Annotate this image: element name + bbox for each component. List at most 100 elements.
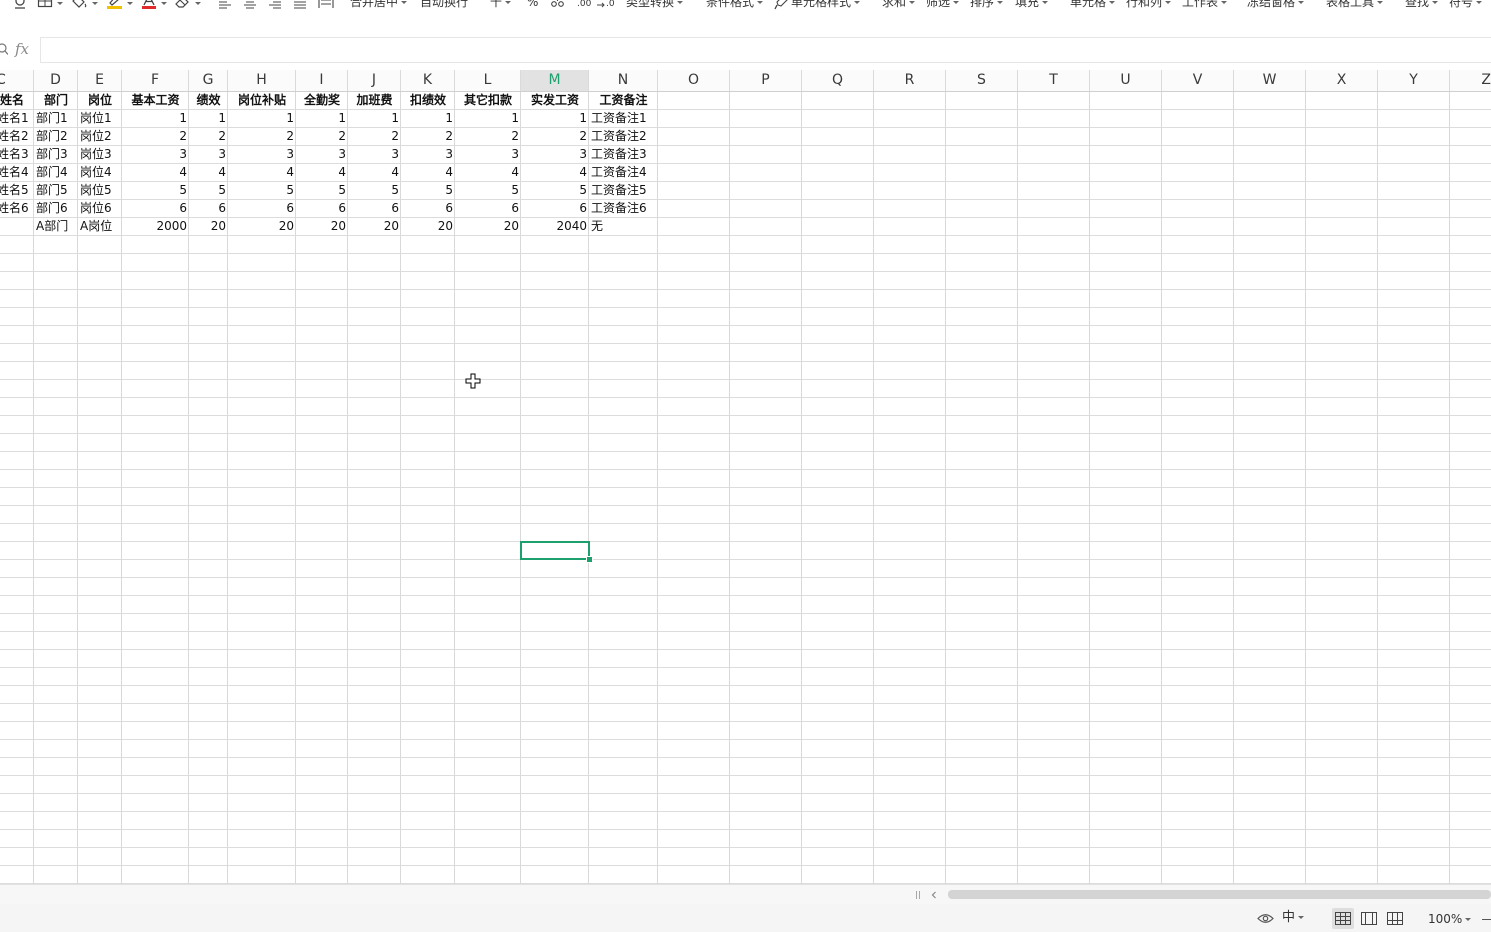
table-cell[interactable]: 5 — [296, 182, 348, 199]
column-header-x[interactable]: X — [1306, 70, 1378, 91]
sum-button[interactable]: 求和 — [882, 0, 915, 9]
scroll-left-icon[interactable] — [931, 890, 937, 900]
freeze-panes-button[interactable]: 冻结窗格 — [1247, 0, 1304, 9]
worksheet-button[interactable]: 工作表 — [1182, 0, 1227, 9]
fill-shape-icon[interactable] — [70, 0, 88, 10]
table-cell[interactable]: 工资备注3 — [589, 146, 658, 163]
table-cell[interactable]: 工资备注6 — [589, 200, 658, 217]
column-header-q[interactable]: Q — [802, 70, 874, 91]
page-break-view-button[interactable] — [1384, 908, 1406, 929]
column-q-cells[interactable] — [802, 92, 874, 884]
table-cell[interactable]: 20 — [296, 218, 348, 235]
font-color-dropdown-icon[interactable] — [161, 2, 167, 5]
table-cell[interactable]: 6 — [122, 200, 189, 217]
merge-center-button[interactable]: 合并居中 — [350, 0, 407, 9]
table-cell[interactable]: 岗位6 — [78, 200, 122, 217]
table-cell[interactable]: 2 — [401, 128, 455, 145]
clear-format-dropdown-icon[interactable] — [195, 2, 201, 5]
column-header-h[interactable]: H — [228, 70, 296, 91]
sort-button[interactable]: 排序 — [970, 0, 1003, 9]
table-header-cell[interactable]: 实发工资 — [521, 92, 589, 109]
table-cell[interactable]: 2 — [228, 128, 296, 145]
table-cell[interactable]: 部门6 — [34, 200, 78, 217]
distributed-icon[interactable] — [318, 0, 334, 9]
table-header-cell[interactable]: 绩效 — [189, 92, 228, 109]
table-cell[interactable]: 2 — [348, 128, 401, 145]
table-cell[interactable]: 岗位2 — [78, 128, 122, 145]
align-center-icon[interactable] — [243, 0, 257, 9]
table-cell[interactable]: 1 — [296, 110, 348, 127]
conditional-format-button[interactable]: 条件格式 — [706, 0, 763, 9]
table-cell[interactable]: 4 — [401, 164, 455, 181]
column-header-v[interactable]: V — [1162, 70, 1234, 91]
fill-handle[interactable] — [586, 556, 593, 563]
table-cell[interactable]: 部门5 — [34, 182, 78, 199]
table-cell[interactable]: 3 — [296, 146, 348, 163]
eye-protection-icon[interactable] — [1257, 912, 1274, 925]
table-cell[interactable]: 6 — [348, 200, 401, 217]
table-cell[interactable]: 1 — [122, 110, 189, 127]
scrollbar-thumb[interactable] — [948, 890, 1491, 899]
table-cell[interactable]: 3 — [401, 146, 455, 163]
column-header-p[interactable]: P — [730, 70, 802, 91]
column-header-d[interactable]: D — [34, 70, 78, 91]
table-cell[interactable]: 20 — [189, 218, 228, 235]
column-header-s[interactable]: S — [946, 70, 1018, 91]
cells-button[interactable]: 单元格 — [1070, 0, 1115, 9]
table-cell[interactable]: 6 — [401, 200, 455, 217]
table-cell[interactable]: 4 — [348, 164, 401, 181]
table-cell[interactable]: 工资备注1 — [589, 110, 658, 127]
table-cell[interactable]: 3 — [189, 146, 228, 163]
align-left-icon[interactable] — [218, 0, 232, 9]
justify-icon[interactable] — [293, 0, 307, 9]
function-icon[interactable]: fx — [15, 39, 29, 59]
horizontal-scrollbar[interactable] — [0, 884, 1491, 904]
table-header-cell[interactable]: 岗位 — [78, 92, 122, 109]
table-header-cell[interactable]: 部门 — [34, 92, 78, 109]
table-cell[interactable]: 3 — [348, 146, 401, 163]
table-cell[interactable]: 5 — [189, 182, 228, 199]
decrease-decimal-button[interactable]: .0 — [606, 0, 615, 9]
table-header-cell[interactable]: 加班费 — [348, 92, 401, 109]
table-cell[interactable]: 岗位4 — [78, 164, 122, 181]
table-cell[interactable]: 岗位3 — [78, 146, 122, 163]
table-cell[interactable]: 姓名4 — [0, 164, 34, 181]
table-header-cell[interactable]: 岗位补贴 — [228, 92, 296, 109]
input-mode-button[interactable]: 中 — [1282, 910, 1304, 926]
table-cell[interactable]: 2 — [521, 128, 589, 145]
normal-view-button[interactable] — [1332, 908, 1354, 929]
table-cell[interactable]: 2040 — [521, 218, 589, 235]
column-header-u[interactable]: U — [1090, 70, 1162, 91]
table-cell[interactable]: 1 — [348, 110, 401, 127]
find-button[interactable]: 查找 — [1405, 0, 1438, 9]
column-header-r[interactable]: R — [874, 70, 946, 91]
column-header-k[interactable]: K — [401, 70, 455, 91]
table-cell[interactable]: 姓名5 — [0, 182, 34, 199]
table-header-cell[interactable]: 工资备注 — [589, 92, 658, 109]
table-cell[interactable]: 5 — [521, 182, 589, 199]
table-cell[interactable]: 3 — [521, 146, 589, 163]
cell-style-icon[interactable] — [773, 0, 789, 10]
zoom-level-button[interactable]: 100% — [1428, 911, 1471, 927]
percent-button[interactable]: % — [527, 0, 538, 9]
table-cell[interactable]: 岗位1 — [78, 110, 122, 127]
type-convert-button[interactable]: 类型转换 — [626, 0, 683, 9]
table-cell[interactable]: 3 — [122, 146, 189, 163]
table-cell[interactable]: 岗位5 — [78, 182, 122, 199]
table-header-cell[interactable]: 其它扣款 — [455, 92, 521, 109]
table-cell[interactable]: 6 — [296, 200, 348, 217]
fill-button[interactable]: 填充 — [1015, 0, 1048, 9]
table-cell[interactable]: 姓名3 — [0, 146, 34, 163]
table-cell[interactable]: 无 — [589, 218, 658, 235]
number-format-icon[interactable] — [550, 0, 566, 10]
table-cell[interactable]: 1 — [228, 110, 296, 127]
column-o-cells[interactable] — [658, 92, 730, 884]
table-cell[interactable]: 姓名1 — [0, 110, 34, 127]
table-cell[interactable]: 6 — [189, 200, 228, 217]
table-cell[interactable]: 5 — [401, 182, 455, 199]
increase-decimal-button[interactable]: .00 — [577, 0, 591, 9]
table-cell[interactable]: 1 — [455, 110, 521, 127]
table-cell[interactable]: 4 — [122, 164, 189, 181]
table-cell[interactable]: 5 — [348, 182, 401, 199]
symbol-button[interactable]: 符号 — [1449, 0, 1482, 9]
